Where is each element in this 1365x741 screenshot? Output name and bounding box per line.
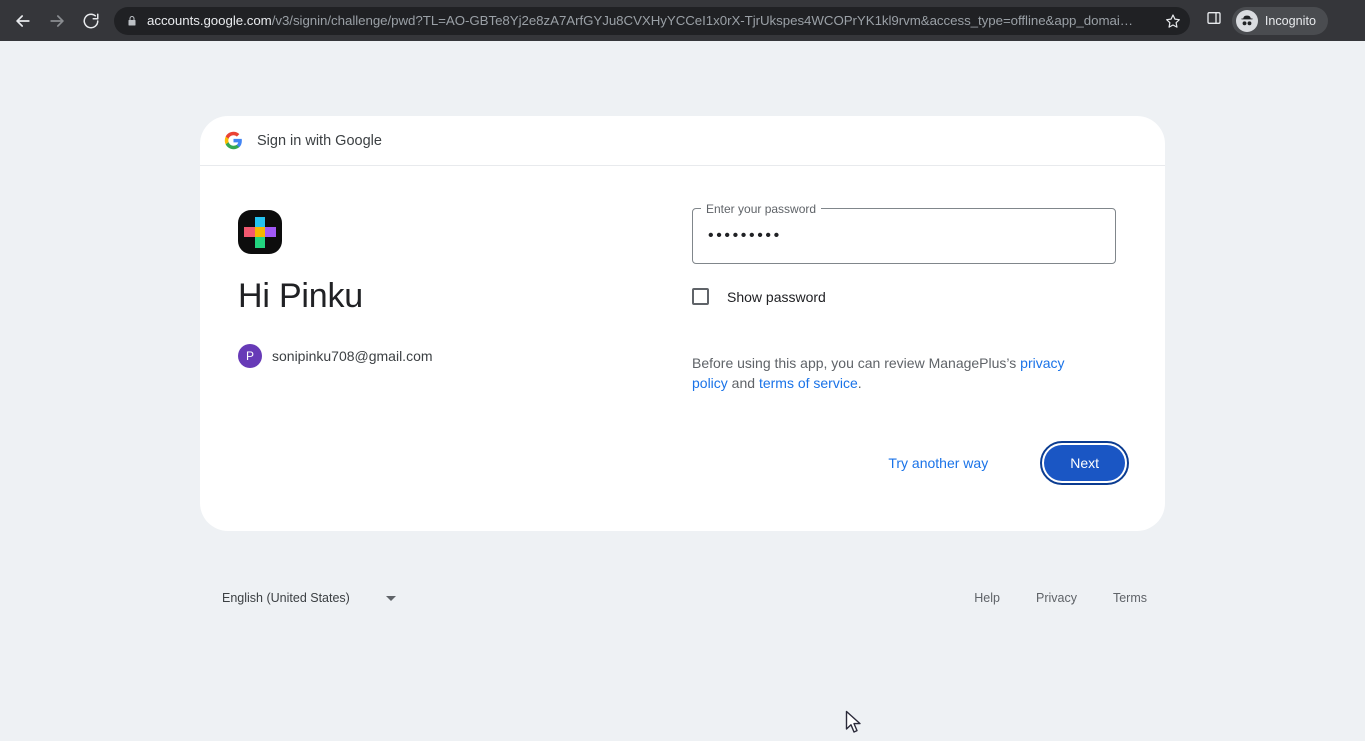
- show-password-row[interactable]: Show password: [692, 288, 1129, 305]
- footer-link-privacy[interactable]: Privacy: [1036, 585, 1077, 611]
- bookmark-star-icon[interactable]: [1165, 13, 1181, 29]
- browser-toolbar: accounts.google.com/v3/signin/challenge/…: [0, 0, 1365, 41]
- back-button[interactable]: [6, 4, 40, 38]
- card-right-column: Enter your password ••••••••• Show passw…: [668, 201, 1129, 485]
- forward-button[interactable]: [40, 4, 74, 38]
- google-g-icon: [224, 131, 243, 150]
- page-viewport: Sign in with Google Hi Pinku P sonipinku…: [0, 41, 1365, 733]
- lock-icon: [126, 14, 138, 28]
- avatar: P: [238, 343, 262, 368]
- action-buttons: Try another way Next: [692, 441, 1129, 485]
- next-button-focus-ring: Next: [1040, 441, 1129, 485]
- address-bar[interactable]: accounts.google.com/v3/signin/challenge/…: [114, 6, 1190, 35]
- side-panel-icon: [1206, 10, 1222, 31]
- incognito-spy-icon: [1235, 9, 1258, 32]
- password-input-value: •••••••••: [708, 227, 782, 244]
- url-text: accounts.google.com/v3/signin/challenge/…: [147, 13, 1157, 28]
- signin-card: Sign in with Google Hi Pinku P sonipinku…: [200, 116, 1165, 531]
- consent-text: Before using this app, you can review Ma…: [692, 353, 1092, 393]
- reload-button[interactable]: [74, 4, 108, 38]
- language-selector[interactable]: English (United States): [218, 585, 400, 611]
- mouse-cursor: [845, 710, 863, 741]
- show-password-checkbox[interactable]: [692, 288, 709, 305]
- show-password-label: Show password: [727, 288, 826, 305]
- footer-link-terms[interactable]: Terms: [1113, 585, 1147, 611]
- consent-middle: and: [727, 375, 759, 391]
- account-chip[interactable]: P sonipinku708@gmail.com: [238, 341, 437, 371]
- navigation-buttons: [0, 4, 108, 38]
- browser-menu-button[interactable]: [1330, 5, 1360, 37]
- side-panel-button[interactable]: [1198, 5, 1230, 37]
- profile-label: Incognito: [1264, 13, 1316, 28]
- card-header: Sign in with Google: [200, 116, 1165, 166]
- consent-suffix: .: [857, 375, 862, 391]
- profile-incognito-button[interactable]: Incognito: [1231, 6, 1328, 35]
- chevron-down-icon: [385, 595, 396, 601]
- url-path: /v3/signin/challenge/pwd?TL=AO-GBTe8Yj2e…: [271, 13, 1133, 28]
- footer-link-help[interactable]: Help: [974, 585, 1000, 611]
- back-arrow-icon: [13, 11, 33, 31]
- password-input[interactable]: Enter your password •••••••••: [692, 201, 1116, 264]
- language-selector-value: English (United States): [222, 591, 350, 605]
- try-another-way-button[interactable]: Try another way: [876, 445, 1000, 481]
- next-button[interactable]: Next: [1044, 445, 1125, 481]
- footer-links: Help Privacy Terms: [938, 585, 1147, 611]
- manageplus-app-icon: [238, 210, 282, 254]
- page-title: Hi Pinku: [238, 277, 364, 315]
- forward-arrow-icon: [47, 11, 67, 31]
- password-input-label: Enter your password: [701, 201, 822, 217]
- account-email: sonipinku708@gmail.com: [272, 347, 433, 364]
- card-body: Hi Pinku P sonipinku708@gmail.com Enter …: [200, 166, 1165, 531]
- url-host: accounts.google.com: [147, 13, 272, 28]
- terms-of-service-link[interactable]: terms of service: [759, 375, 858, 391]
- card-left-column: Hi Pinku P sonipinku708@gmail.com: [236, 206, 668, 485]
- card-header-title: Sign in with Google: [257, 132, 382, 149]
- page-footer: English (United States) Help Privacy Ter…: [200, 578, 1165, 618]
- toolbar-right-icons: Incognito: [1198, 5, 1365, 37]
- consent-prefix: Before using this app, you can review Ma…: [692, 355, 1021, 371]
- reload-icon: [82, 12, 100, 30]
